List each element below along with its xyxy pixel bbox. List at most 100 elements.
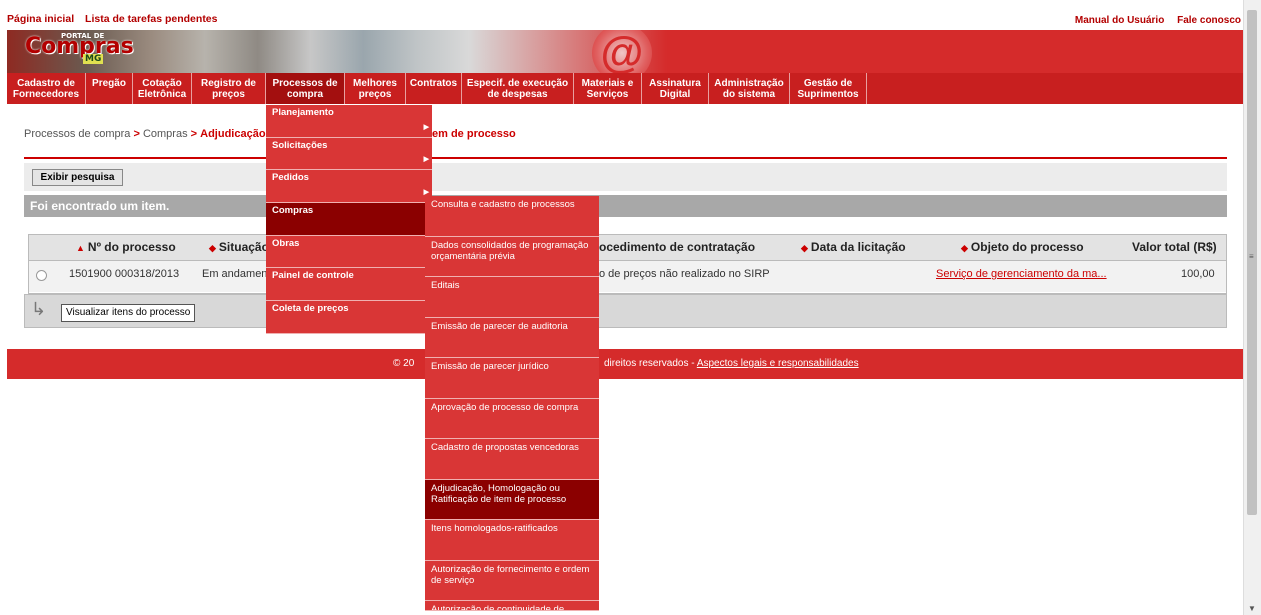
submenu-item-aprovacao-processo[interactable]: Aprovação de processo de compra bbox=[425, 399, 599, 439]
nav-melhores-precos[interactable]: Melhores preços bbox=[345, 73, 406, 104]
main-nav: Cadastro de Fornecedores Pregão Cotação … bbox=[7, 73, 1244, 105]
header-banner: PORTAL DE Compras MG @ bbox=[7, 30, 1244, 73]
sort-asc-icon: ▲ bbox=[76, 243, 85, 253]
submenu-item-itens-homologados[interactable]: Itens homologados-ratificados bbox=[425, 520, 599, 561]
link-manual-usuario[interactable]: Manual do Usuário bbox=[1075, 15, 1164, 26]
scrollbar-thumb[interactable] bbox=[1247, 10, 1257, 515]
crumb-sep-icon: > bbox=[133, 128, 140, 140]
col-situacao-label: Situação bbox=[218, 240, 269, 254]
table-row: 1501900 000318/2013 Em andamen o de preç… bbox=[29, 261, 1226, 292]
breadcrumb-tail: em de processo bbox=[432, 128, 516, 140]
col-situacao[interactable]: ◆ Situação bbox=[209, 235, 269, 260]
return-arrow-icon: ↳ bbox=[31, 299, 47, 319]
breadcrumb: Processos de compra > Compras > Adjudica… bbox=[24, 128, 269, 140]
menu-item-solicitacoes[interactable]: Solicitações ▶ bbox=[266, 138, 432, 171]
col-numero[interactable]: ▲ Nº do processo bbox=[76, 235, 176, 260]
at-sign-icon: @ bbox=[592, 30, 652, 73]
visualizar-itens-button[interactable]: Visualizar itens do processo bbox=[61, 304, 196, 322]
exibir-pesquisa-button[interactable]: Exibir pesquisa bbox=[32, 169, 123, 186]
top-links: Página inicial Lista de tarefas pendente… bbox=[7, 13, 226, 25]
cell-objeto-link[interactable]: Serviço de gerenciamento da ma... bbox=[936, 261, 1107, 292]
menu-item-coleta-precos[interactable]: Coleta de preços bbox=[266, 301, 432, 334]
nav-cadastro-fornecedores[interactable]: Cadastro de Fornecedores bbox=[7, 73, 86, 104]
menu-planejamento-label: Planejamento bbox=[272, 107, 334, 118]
nav-cotacao-eletronica[interactable]: Cotação Eletrônica bbox=[133, 73, 192, 104]
nav-administracao[interactable]: Administração do sistema bbox=[709, 73, 790, 104]
scroll-down-icon[interactable]: ▼ bbox=[1248, 604, 1256, 613]
submenu-arrow-icon: ▶ bbox=[423, 156, 429, 164]
col-valor-label: Valor total (R$) bbox=[1132, 240, 1217, 254]
nav-pregao[interactable]: Pregão bbox=[86, 73, 133, 104]
col-valor: Valor total (R$) bbox=[1132, 235, 1217, 260]
row-select-radio[interactable] bbox=[36, 270, 47, 281]
menu-item-compras[interactable]: Compras bbox=[266, 203, 432, 236]
menu-pedidos-label: Pedidos bbox=[272, 172, 309, 184]
submenu-compras: Consulta e cadastro de processos Dados c… bbox=[425, 196, 599, 611]
nav-especif-execucao[interactable]: Especif. de execução de despesas bbox=[462, 73, 574, 104]
top-links-right: Manual do Usuário Fale conosco bbox=[1065, 15, 1241, 26]
menu-item-planejamento[interactable]: Planejamento ▶ bbox=[266, 105, 432, 138]
sort-icon: ◆ bbox=[209, 243, 216, 253]
col-procedimento[interactable]: ocedimento de contratação bbox=[599, 235, 755, 260]
submenu-item-parecer-juridico[interactable]: Emissão de parecer jurídico bbox=[425, 358, 599, 399]
col-data-licitacao[interactable]: ◆ Data da licitação bbox=[801, 235, 906, 260]
nav-contratos[interactable]: Contratos bbox=[406, 73, 462, 104]
submenu-arrow-icon: ▶ bbox=[423, 189, 429, 197]
footer-rights-text: direitos reservados - bbox=[604, 358, 697, 369]
submenu-item-adjudicacao[interactable]: Adjudicação, Homologação ou Ratificação … bbox=[425, 479, 599, 520]
footer-copyright: © 20 bbox=[393, 358, 415, 369]
menu-item-pedidos[interactable]: Pedidos ▶ bbox=[266, 170, 432, 204]
link-fale-conosco[interactable]: Fale conosco bbox=[1177, 15, 1241, 26]
cell-procedimento: o de preços não realizado no SIRP bbox=[599, 268, 770, 280]
crumb-current-tail: em de processo bbox=[432, 128, 516, 140]
link-pagina-inicial[interactable]: Página inicial bbox=[7, 13, 74, 25]
divider bbox=[24, 157, 1227, 159]
nav-assinatura-digital[interactable]: Assinatura Digital bbox=[642, 73, 709, 104]
submenu-item-autorizacao-continuidade[interactable]: Autorização de continuidade de bbox=[425, 601, 599, 611]
menu-item-painel-controle[interactable]: Painel de controle bbox=[266, 268, 432, 302]
logo-small-text: PORTAL DE bbox=[61, 32, 105, 40]
results-table: ▲ Nº do processo ◆ Situação ocedimento de … bbox=[28, 234, 1227, 294]
link-tarefas-pendentes[interactable]: Lista de tarefas pendentes bbox=[85, 13, 217, 25]
col-objeto-label: Objeto do processo bbox=[970, 240, 1084, 254]
nav-materiais-servicos[interactable]: Materiais e Serviços bbox=[574, 73, 642, 104]
submenu-item-parecer-auditoria[interactable]: Emissão de parecer de auditoria bbox=[425, 318, 599, 358]
submenu-item-autorizacao-fornecimento[interactable]: Autorização de fornecimento e ordem de s… bbox=[425, 561, 599, 601]
dropdown-processos-compra: Planejamento ▶ Solicitações ▶ Pedidos ▶ Com… bbox=[266, 105, 432, 334]
col-objeto[interactable]: ◆ Objeto do processo bbox=[961, 235, 1084, 260]
submenu-arrow-icon: ▶ bbox=[423, 123, 429, 131]
menu-solicitacoes-label: Solicitações bbox=[272, 139, 328, 151]
sort-icon: ◆ bbox=[801, 243, 808, 253]
scroll-grip-icon: ≡ bbox=[1249, 252, 1254, 261]
col-procedimento-label: ocedimento de contratação bbox=[599, 240, 756, 254]
menu-painel-label: Painel de controle bbox=[272, 270, 354, 282]
footer-rights: direitos reservados - Aspectos legais e … bbox=[604, 349, 859, 379]
crumb-sep-icon: > bbox=[190, 128, 198, 140]
logo-state: MG bbox=[83, 54, 104, 64]
submenu-item-propostas-vencedoras[interactable]: Cadastro de propostas vencedoras bbox=[425, 439, 599, 480]
nav-registro-precos[interactable]: Registro de preços bbox=[192, 73, 266, 104]
nav-processos-compra[interactable]: Processos de compra bbox=[266, 73, 345, 104]
crumb-processos[interactable]: Processos de compra bbox=[24, 128, 130, 140]
table-header: ▲ Nº do processo ◆ Situação ocedimento de … bbox=[29, 235, 1226, 261]
cell-situacao: Em andamen bbox=[202, 268, 268, 280]
menu-item-obras[interactable]: Obras bbox=[266, 236, 432, 269]
menu-coleta-label: Coleta de preços bbox=[272, 303, 349, 315]
crumb-current: Adjudicação, bbox=[200, 128, 269, 140]
sort-icon: ◆ bbox=[961, 243, 968, 253]
portal-logo[interactable]: PORTAL DE Compras MG bbox=[25, 32, 134, 64]
nav-gestao-suprimentos[interactable]: Gestão de Suprimentos bbox=[790, 73, 867, 104]
footer: © 20 direitos reservados - Aspectos lega… bbox=[7, 349, 1244, 379]
submenu-item-consulta-cadastro[interactable]: Consulta e cadastro de processos bbox=[425, 196, 599, 237]
col-numero-label: Nº do processo bbox=[87, 240, 176, 254]
search-bar: Exibir pesquisa bbox=[24, 163, 1227, 191]
footer-aspectos-link[interactable]: Aspectos legais e responsabilidades bbox=[697, 358, 859, 369]
menu-compras-label: Compras bbox=[272, 205, 314, 217]
crumb-compras[interactable]: Compras bbox=[143, 128, 188, 140]
vertical-scrollbar[interactable]: ≡ ▼ bbox=[1243, 0, 1261, 615]
cell-numero: 1501900 000318/2013 bbox=[69, 268, 180, 280]
action-bar: ↳ Visualizar itens do processo bbox=[24, 294, 1227, 328]
submenu-item-editais[interactable]: Editais bbox=[425, 277, 599, 318]
submenu-item-dados-consolidados[interactable]: Dados consolidados de programação orçame… bbox=[425, 237, 599, 277]
results-count: Foi encontrado um item. bbox=[24, 195, 1227, 217]
